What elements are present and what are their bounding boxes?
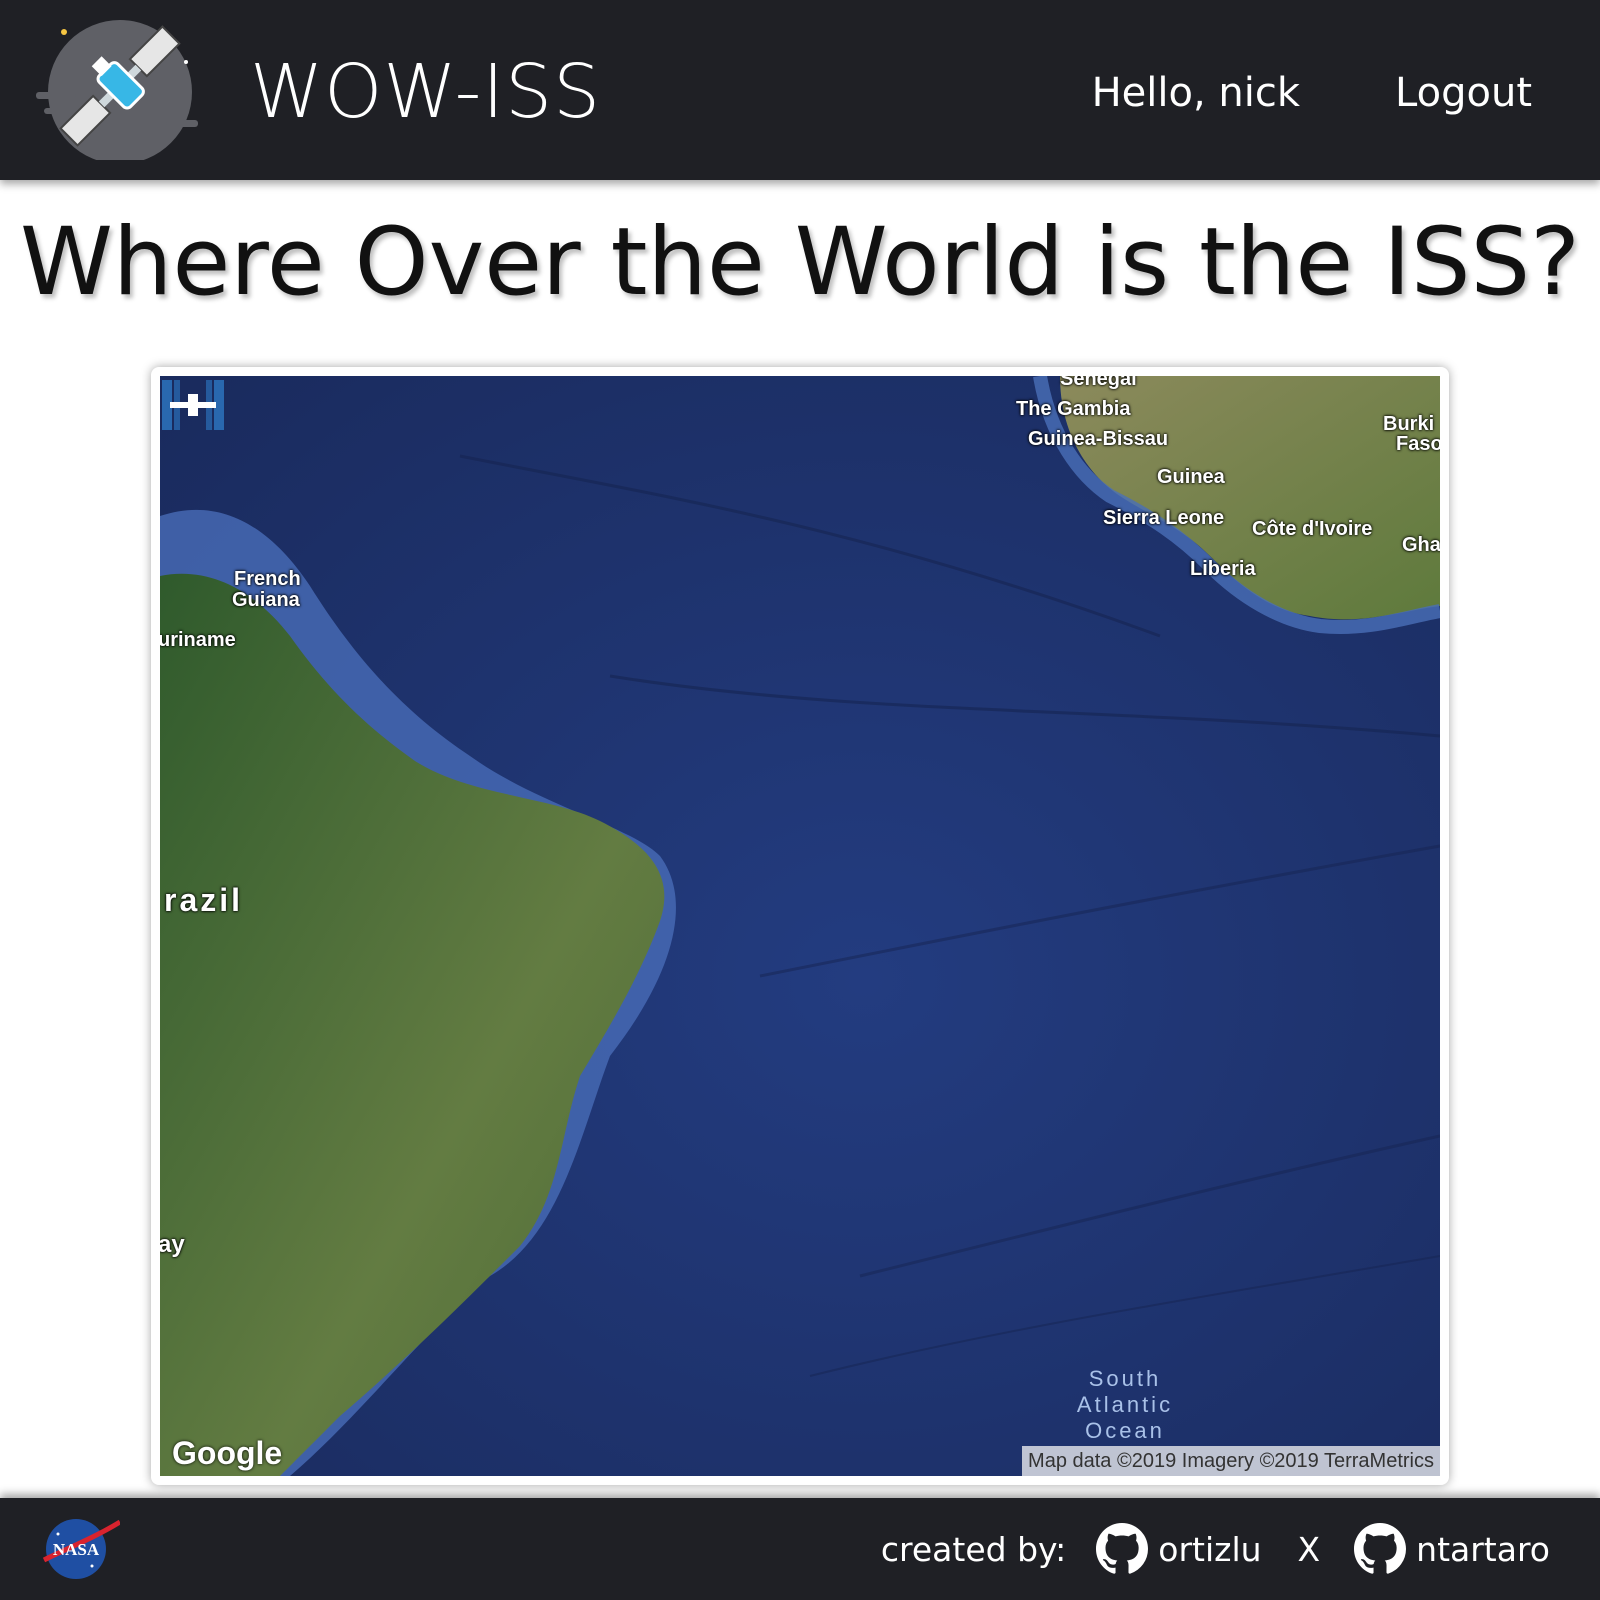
svg-text:NASA: NASA	[53, 1540, 100, 1559]
author-link-ortizlu[interactable]: ortizlu	[1096, 1523, 1262, 1575]
author-link-ntartaro[interactable]: ntartaro	[1354, 1523, 1550, 1575]
ocean-label-line-3: Ocean	[1085, 1418, 1165, 1443]
user-greeting: Hello, nick	[1091, 70, 1300, 116]
iss-logo-icon[interactable]	[36, 12, 198, 160]
map-label-guinea: Guinea	[1157, 466, 1225, 488]
map-attribution: Map data ©2019 Imagery ©2019 TerraMetric…	[1022, 1446, 1440, 1476]
footer-credits: created by: ortizlu X ntartaro	[881, 1498, 1600, 1600]
map-terrain	[160, 376, 1440, 1476]
satellite-map[interactable]: Senegal The Gambia Guinea-Bissau Guinea …	[160, 376, 1440, 1476]
map-label-burkina-2: Faso	[1396, 433, 1440, 455]
map-label-ghana: Gha	[1402, 534, 1440, 556]
author-name: ntartaro	[1416, 1529, 1550, 1569]
author-name: ortizlu	[1158, 1529, 1262, 1569]
ocean-label-line-2: Atlantic	[1076, 1392, 1174, 1417]
iss-icon[interactable]	[160, 376, 226, 434]
map-label-sierra-leone: Sierra Leone	[1103, 507, 1225, 529]
map-label-french-guiana-2: Guiana	[232, 589, 300, 611]
map-label-burkina-1: Burki	[1383, 413, 1435, 435]
github-icon	[1354, 1523, 1407, 1574]
ocean-label-line-1: South	[1088, 1366, 1162, 1391]
map-label-cote-divoire: Côte d'Ivoire	[1252, 518, 1373, 540]
map-label-brazil: razil	[164, 882, 244, 918]
google-logo[interactable]: Google	[172, 1435, 282, 1472]
map-label-french-guiana-1: French	[234, 568, 301, 590]
footer: NASA created by: ortizlu X ntartaro	[0, 1498, 1600, 1600]
app-title[interactable]: WOW-ISS	[250, 48, 601, 136]
top-navbar: WOW-ISS Hello, nick Logout	[0, 0, 1600, 180]
map-label-paraguay: ay	[160, 1231, 185, 1258]
page-title: Where Over the World is the ISS?	[19, 208, 1581, 317]
map-label-guinea-bissau: Guinea-Bissau	[1028, 428, 1169, 450]
github-icon	[1096, 1523, 1149, 1574]
map-label-senegal: Senegal	[1060, 376, 1137, 390]
map-label-gambia: The Gambia	[1016, 398, 1131, 420]
credit-label: created by:	[880, 1529, 1067, 1569]
map-label-suriname: uriname	[160, 629, 236, 651]
nasa-logo-icon[interactable]: NASA	[42, 1518, 120, 1580]
map-label-liberia: Liberia	[1190, 558, 1256, 580]
logout-link[interactable]: Logout	[1395, 68, 1532, 118]
author-separator: X	[1297, 1529, 1321, 1569]
